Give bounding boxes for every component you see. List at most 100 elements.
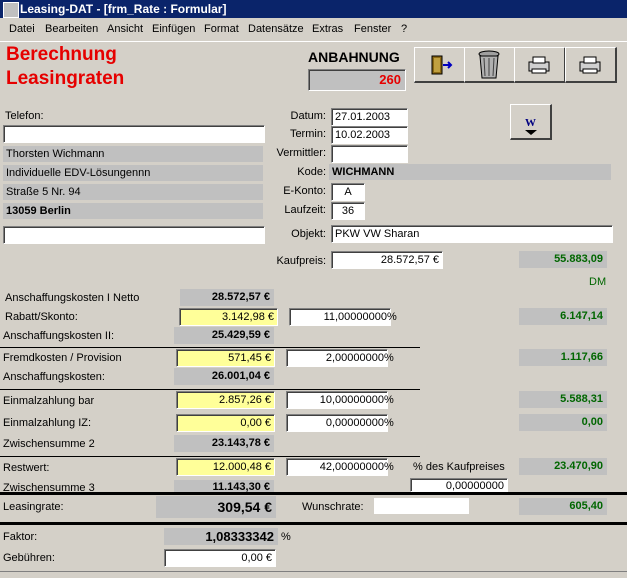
leasingrate-dm: 605,40 <box>519 498 607 515</box>
menu-fenster[interactable]: Fenster <box>354 23 391 35</box>
contact-company: Individuelle EDV-Lösungennn <box>3 165 263 181</box>
contact-city: 13059 Berlin <box>3 203 263 219</box>
termin-label: Termin: <box>289 128 326 140</box>
faktor-label: Faktor: <box>3 531 38 543</box>
ez-iz-label: Einmalzahlung IZ: <box>3 417 92 429</box>
exit-button[interactable] <box>414 47 466 83</box>
ez-iz-pct-sign: % <box>384 417 394 429</box>
fremd-dm: 1.117,66 <box>519 349 607 366</box>
separator-line <box>0 456 420 457</box>
svg-text:W: W <box>525 117 536 129</box>
restwert-pct-sign: % <box>384 461 394 473</box>
page-title-line1: Berechnung <box>6 44 117 65</box>
restwert-dm: 23.470,90 <box>519 458 607 475</box>
zs2-value: 23.143,78 € <box>174 435 274 452</box>
objekt-input[interactable]: PKW VW Sharan <box>331 225 613 243</box>
separator-thick <box>0 522 627 525</box>
ez-bar-dm: 5.588,31 <box>519 391 607 408</box>
contact-name: Thorsten Wichmann <box>3 146 263 162</box>
menu-help[interactable]: ? <box>401 23 407 35</box>
separator-line <box>0 389 420 390</box>
ak-netto-label: Anschaffungskosten I Netto <box>5 292 140 304</box>
vermittler-label: Vermittler: <box>276 147 326 159</box>
fremd-pct-input[interactable]: 2,00000000 <box>286 349 388 367</box>
contact-extra-input[interactable] <box>3 226 265 244</box>
menu-datei[interactable]: Datei <box>9 23 35 35</box>
printer-icon <box>579 56 601 74</box>
print-button[interactable] <box>514 47 566 83</box>
ez-bar-input[interactable]: 2.857,26 € <box>176 391 275 409</box>
menu-datensaetze[interactable]: Datensätze <box>248 23 304 35</box>
kaufpreis-dm: 55.883,09 <box>519 251 607 268</box>
contact-street: Straße 5 Nr. 94 <box>3 184 263 200</box>
fremd-input[interactable]: 571,45 € <box>176 349 275 367</box>
ak2-label: Anschaffungskosten II: <box>3 330 115 342</box>
objekt-label: Objekt: <box>291 228 326 240</box>
status-label: ANBAHNUNG <box>308 49 400 65</box>
leasingrate-label: Leasingrate: <box>3 501 64 513</box>
ak-netto-value: 28.572,57 € <box>180 289 274 306</box>
ez-iz-pct-input[interactable]: 0,00000000 <box>286 414 388 432</box>
restwert-label: Restwert: <box>3 462 50 474</box>
datum-label: Datum: <box>290 110 326 122</box>
trash-can-icon <box>478 50 500 79</box>
kode-value: WICHMANN <box>329 164 611 180</box>
telefon-label: Telefon: <box>5 110 44 122</box>
rabatt-dm: 6.147,14 <box>519 308 607 325</box>
wunschrate-label: Wunschrate: <box>302 501 364 513</box>
menu-format[interactable]: Format <box>204 23 239 35</box>
zs3-extra-input[interactable]: 0,00000000 <box>410 478 508 492</box>
restwert-input[interactable]: 12.000,48 € <box>176 458 275 476</box>
rabatt-pct-sign: % <box>387 311 397 323</box>
dm-label: DM <box>589 276 607 288</box>
ak-label: Anschaffungskosten: <box>3 371 105 383</box>
window-titlebar: Leasing-DAT - [frm_Rate : Formular] <box>0 0 627 18</box>
termin-input[interactable]: 10.02.2003 <box>331 126 408 144</box>
delete-button[interactable] <box>464 47 516 83</box>
ez-bar-pct-sign: % <box>384 394 394 406</box>
status-number: 260 <box>379 72 401 87</box>
datum-input[interactable]: 27.01.2003 <box>331 108 408 126</box>
word-document-icon: W <box>525 117 537 135</box>
ez-iz-dm: 0,00 <box>519 414 607 431</box>
menu-bearbeiten[interactable]: Bearbeiten <box>45 23 98 35</box>
kaufpreis-label: Kaufpreis: <box>276 255 326 267</box>
gebuehren-input[interactable]: 0,00 € <box>164 549 276 567</box>
menu-extras[interactable]: Extras <box>312 23 343 35</box>
zs2-label: Zwischensumme 2 <box>3 438 95 450</box>
kode-label: Kode: <box>297 166 326 178</box>
laufzeit-input[interactable]: 36 <box>331 202 365 220</box>
wunschrate-input[interactable] <box>374 498 469 514</box>
ak-value: 26.001,04 € <box>174 368 274 385</box>
separator-line <box>0 347 420 348</box>
printer-icon <box>528 56 550 74</box>
rabatt-input[interactable]: 3.142,98 € <box>179 308 278 326</box>
separator-thick <box>0 492 627 495</box>
gebuehren-label: Gebühren: <box>3 552 55 564</box>
vermittler-input[interactable] <box>331 145 408 163</box>
app-icon <box>3 2 19 18</box>
ez-bar-pct-input[interactable]: 10,00000000 <box>286 391 388 409</box>
rabatt-pct-input[interactable]: 11,00000000 <box>289 308 391 326</box>
telefon-input[interactable] <box>3 125 265 143</box>
ez-bar-label: Einmalzahlung bar <box>3 395 95 407</box>
rabatt-label: Rabatt/Skonto: <box>5 311 78 323</box>
leasingrate-value: 309,54 € <box>156 496 276 518</box>
zs3-value: 11.143,30 € <box>174 480 274 492</box>
ez-iz-input[interactable]: 0,00 € <box>176 414 275 432</box>
print2-button[interactable] <box>565 47 617 83</box>
word-button[interactable]: W <box>510 104 552 140</box>
laufzeit-label: Laufzeit: <box>284 204 326 216</box>
menu-einfuegen[interactable]: Einfügen <box>152 23 195 35</box>
kaufpreis-input[interactable]: 28.572,57 € <box>331 251 443 269</box>
menu-ansicht[interactable]: Ansicht <box>107 23 143 35</box>
status-number-box: 260 <box>308 69 406 91</box>
fremd-label: Fremdkosten / Provision <box>3 352 122 364</box>
zs3-label: Zwischensumme 3 <box>3 482 95 492</box>
restwert-pct-input[interactable]: 42,00000000 <box>286 458 388 476</box>
window-title: Leasing-DAT - [frm_Rate : Formular] <box>20 2 227 16</box>
faktor-pct-sign: % <box>281 531 291 543</box>
page-title-line2: Leasingraten <box>6 68 125 89</box>
restwert-note: % des Kaufpreises <box>413 461 505 473</box>
ekonto-input[interactable]: A <box>331 183 365 201</box>
